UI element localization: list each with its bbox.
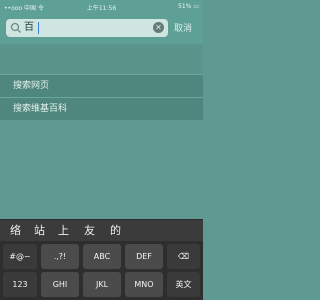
backspace-icon: ⌫: [177, 252, 190, 261]
key-mno[interactable]: MNO: [125, 272, 163, 297]
search-web-row[interactable]: 搜索网页: [0, 74, 203, 97]
battery-indicator: 51% ▭: [178, 3, 199, 10]
key-def[interactable]: DEF: [125, 244, 163, 269]
key-punctuation[interactable]: .,?!: [41, 244, 79, 269]
keyboard: #@~ .,?! ABC DEF ⌫ 123 GHI JKL MNO 英文: [0, 241, 203, 300]
search-bar: 百 ✕ 取消: [0, 14, 203, 44]
search-input[interactable]: 百 ✕: [6, 19, 168, 37]
key-symbols[interactable]: #@~: [3, 244, 37, 269]
key-jkl[interactable]: JKL: [83, 272, 121, 297]
cancel-button[interactable]: 取消: [174, 23, 192, 35]
candidate-word[interactable]: 站: [34, 223, 45, 239]
clock: 上午11:56: [86, 5, 117, 12]
empty-row: [0, 44, 203, 74]
key-ghi[interactable]: GHI: [41, 272, 79, 297]
search-suggestions: 搜索网页 搜索维基百科: [0, 44, 203, 194]
search-wikipedia-label: 搜索维基百科: [13, 104, 68, 114]
candidate-word[interactable]: 上: [58, 223, 69, 239]
status-bar: ••ooo 中国 令 上午11:56 51% ▭: [0, 0, 203, 14]
candidate-word[interactable]: 的: [110, 223, 121, 239]
key-numbers[interactable]: 123: [3, 272, 37, 297]
search-web-label: 搜索网页: [13, 81, 50, 91]
key-english[interactable]: 英文: [167, 272, 200, 297]
text-cursor: [38, 22, 39, 34]
search-wikipedia-row[interactable]: 搜索维基百科: [0, 97, 203, 120]
search-query-text: 百: [24, 22, 34, 33]
candidate-word[interactable]: 络: [10, 223, 21, 239]
ime-candidate-bar: 络 站 上 友 的: [0, 219, 203, 242]
candidate-word[interactable]: 友: [84, 223, 95, 239]
key-abc[interactable]: ABC: [83, 244, 121, 269]
clear-icon[interactable]: ✕: [153, 22, 164, 33]
backspace-key[interactable]: ⌫: [167, 244, 200, 269]
search-icon: [10, 22, 21, 33]
